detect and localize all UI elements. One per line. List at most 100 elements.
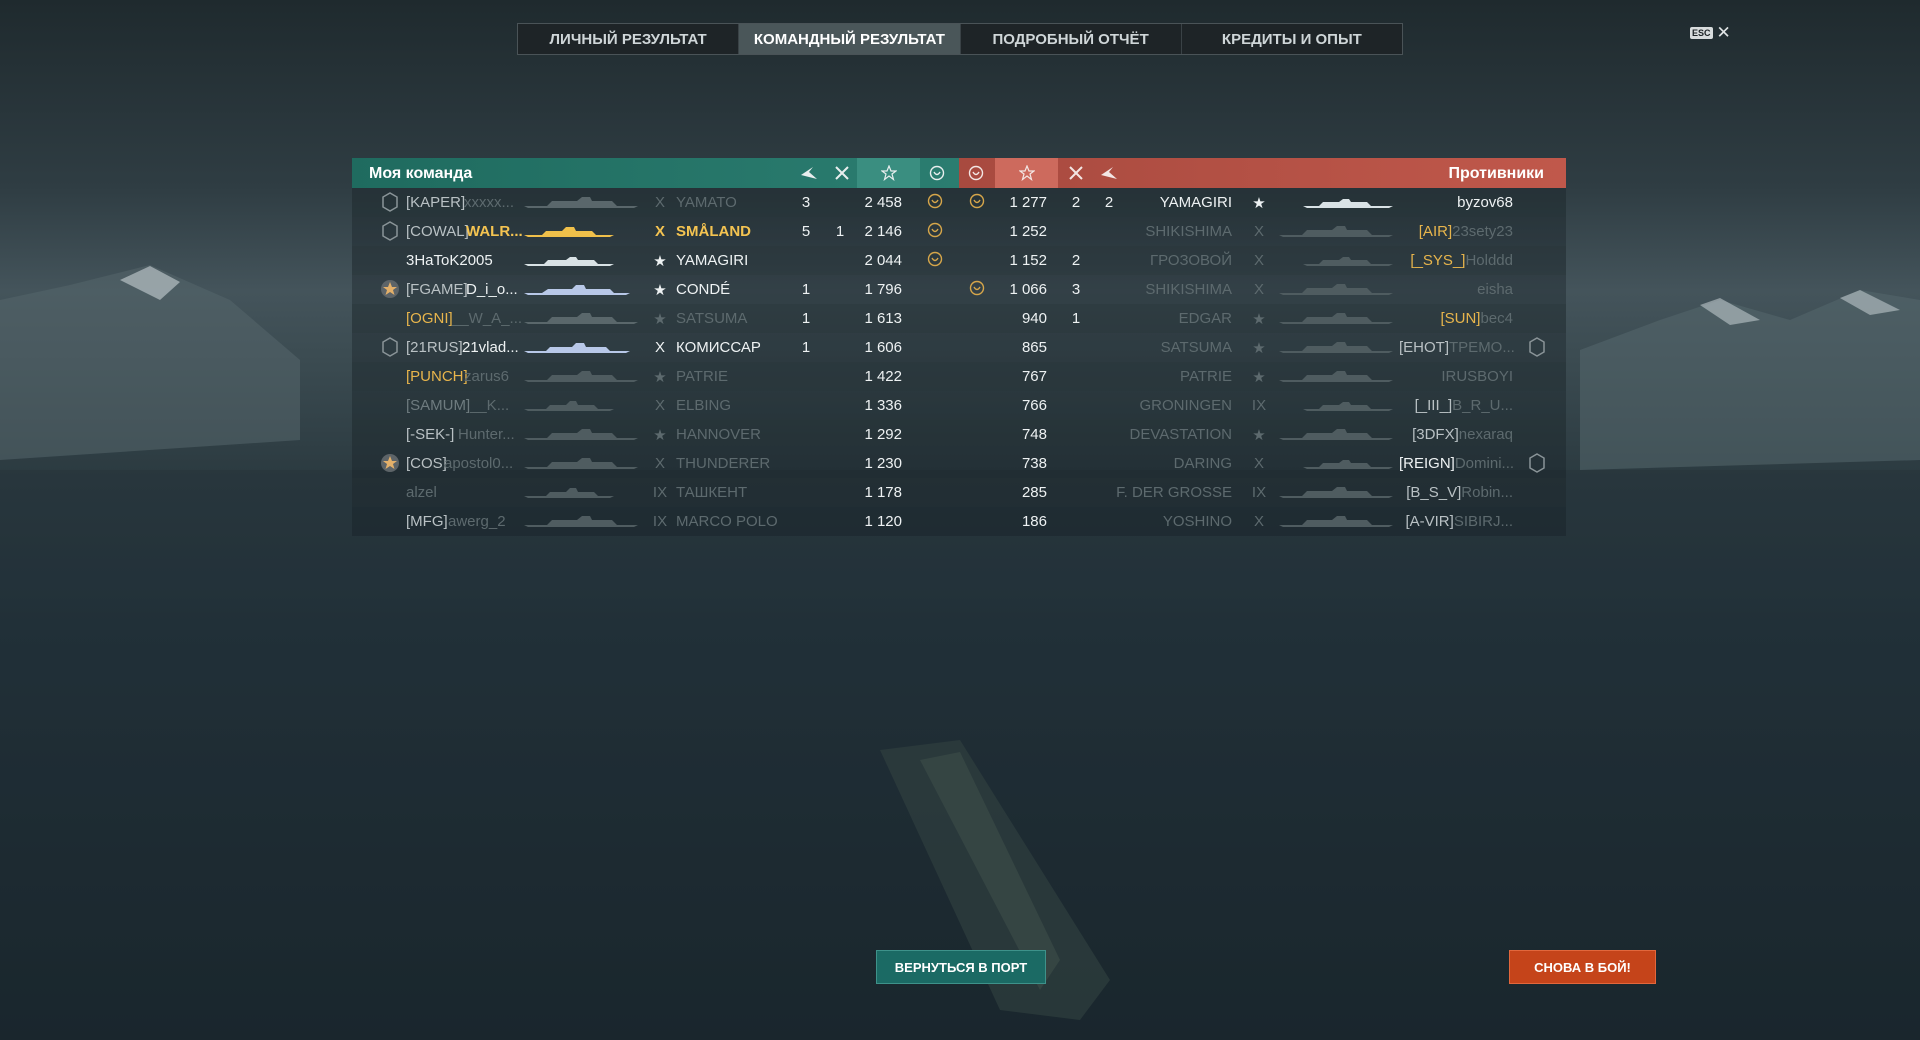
ship-name: SHIKISHIMA — [1145, 281, 1232, 298]
base-xp: 1 613 — [864, 310, 902, 327]
player-name-group: [AIR]23sety23 — [1399, 223, 1513, 240]
tab-personal-result[interactable]: ЛИЧНЫЙ РЕЗУЛЬТАТ — [518, 24, 740, 54]
base-xp: 1 796 — [864, 281, 902, 298]
capture-icon — [927, 193, 943, 209]
table-row[interactable]: [PUNCH] zarus6 ★ PATRIE 1 422 — [352, 362, 959, 391]
tab-team-result[interactable]: КОМАНДНЫЙ РЕЗУЛЬТАТ — [739, 24, 961, 54]
table-row[interactable]: 1 277 2 2 YAMAGIRI ★ byzov68 — [959, 188, 1566, 217]
ships-destroyed-icon — [827, 158, 857, 188]
table-row[interactable]: 766 GRONINGEN IX [_III_]B_R_U... — [959, 391, 1566, 420]
ship-name: YAMATO — [676, 194, 737, 211]
base-xp-icon[interactable] — [857, 158, 920, 188]
table-row[interactable]: [KAPER] xxxxx... X YAMATO 3 2 458 — [352, 188, 959, 217]
player-name: awerg_2 — [448, 513, 506, 530]
table-row[interactable]: 285 F. DER GROSSE IX [B_S_V]Robin... — [959, 478, 1566, 507]
capture-icon — [927, 222, 943, 238]
table-row[interactable]: [COWAL] WALR... X SMÅLAND 5 1 2 146 — [352, 217, 959, 246]
ship-tier: ★ — [1252, 427, 1266, 444]
player-clan: [COS] — [406, 455, 447, 472]
player-name-group: [REIGN]Domini... — [1399, 455, 1514, 472]
ship-silhouette-icon — [1303, 402, 1393, 411]
planes-destroyed: 1 — [801, 310, 811, 327]
close-button[interactable]: ESC ✕ — [1690, 24, 1731, 41]
capture-points-icon — [922, 158, 952, 188]
ship-tier: ★ — [653, 253, 667, 270]
player-name: IRUSBOYI — [1441, 368, 1513, 385]
base-xp: 1 120 — [864, 513, 902, 530]
player-clan: [SAMUM] — [406, 397, 471, 414]
rank-badge-icon — [1529, 453, 1545, 473]
ship-tier: X — [1253, 281, 1264, 298]
player-name: __W_A_... — [452, 310, 523, 327]
player-clan: [COWAL] — [406, 223, 469, 240]
star-rank-icon — [381, 280, 399, 298]
tab-detailed-report[interactable]: ПОДРОБНЫЙ ОТЧЁТ — [961, 24, 1182, 54]
player-clan: [SUN] — [1440, 310, 1481, 327]
rank-badge-icon — [1529, 337, 1545, 357]
table-row[interactable]: 865 SATSUMA ★ [EHOT]TPEMO... — [959, 333, 1566, 362]
return-to-port-button[interactable]: ВЕРНУТЬСЯ В ПОРТ — [876, 950, 1046, 984]
my-team-panel: Моя команда [KAPER] xxxxx... X YAMATO 3 … — [352, 158, 959, 539]
player-name: B_R_U... — [1452, 397, 1513, 414]
ship-name: PATRIE — [1180, 368, 1232, 385]
battle-again-button[interactable]: СНОВА В БОЙ! — [1509, 950, 1656, 984]
ship-silhouette-icon — [524, 429, 638, 440]
player-name: __K... — [470, 397, 510, 414]
ship-tier: X — [654, 223, 665, 240]
player-name: apostol0... — [444, 455, 514, 472]
star-rank-icon — [381, 454, 399, 472]
ship-name: SATSUMA — [1160, 339, 1232, 356]
player-clan: [21RUS] — [406, 339, 463, 356]
player-name: Robin... — [1461, 484, 1513, 501]
ship-silhouette-icon — [1279, 226, 1393, 237]
base-xp: 766 — [1021, 397, 1047, 414]
enemies-title: Противники — [1448, 165, 1545, 182]
ship-tier: IX — [1251, 397, 1267, 414]
table-row[interactable]: [-SEK-] Hunter... ★ HANNOVER 1 292 — [352, 420, 959, 449]
table-row[interactable]: alzel IX ТАШКЕНТ 1 178 — [352, 478, 959, 507]
table-row[interactable]: [OGNI] __W_A_... ★ SATSUMA 1 1 613 — [352, 304, 959, 333]
ship-silhouette-icon — [1303, 257, 1393, 266]
ship-silhouette-icon — [524, 197, 638, 208]
table-row[interactable]: 738 DARING X [REIGN]Domini... — [959, 449, 1566, 478]
ship-name: DEVASTATION — [1129, 426, 1232, 443]
base-xp: 748 — [1021, 426, 1047, 443]
player-name: Hunter... — [458, 426, 515, 443]
table-row[interactable]: 748 DEVASTATION ★ [3DFX]nexaraq — [959, 420, 1566, 449]
table-row[interactable]: 1 152 2 ГРОЗОВОЙ X [_SYS_]Holddd — [959, 246, 1566, 275]
ship-name: ТАШКЕНТ — [676, 484, 748, 501]
player-name: 23sety23 — [1452, 223, 1513, 240]
player-clan: [OGNI] — [406, 310, 453, 327]
player-name-group: [B_S_V]Robin... — [1399, 484, 1513, 501]
ship-name: SHIKISHIMA — [1145, 223, 1232, 240]
tab-credits-xp[interactable]: КРЕДИТЫ И ОПЫТ — [1182, 24, 1402, 54]
ship-silhouette-icon — [1279, 516, 1393, 527]
ship-tier: ★ — [1252, 340, 1266, 357]
player-name: 21vlad... — [462, 339, 519, 356]
player-clan: [FGAME] — [406, 281, 468, 298]
table-row[interactable]: 3HaToK2005 ★ YAMAGIRI 2 044 — [352, 246, 959, 275]
table-row[interactable]: [SAMUM] __K... X ELBING 1 336 — [352, 391, 959, 420]
table-row[interactable]: [MFG] awerg_2 IX MARCO POLO 1 120 — [352, 507, 959, 536]
esc-key-icon: ESC — [1690, 27, 1713, 39]
table-row[interactable]: 940 1 EDGAR ★ [SUN]bec4 — [959, 304, 1566, 333]
player-clan: [_III_] — [1414, 397, 1453, 414]
ship-silhouette-icon — [1303, 460, 1393, 469]
planes-destroyed-icon — [1094, 158, 1124, 188]
base-xp: 738 — [1021, 455, 1047, 472]
ship-tier: IX — [652, 484, 668, 501]
base-xp-icon[interactable] — [995, 158, 1058, 188]
player-name: TPEMO... — [1449, 339, 1515, 356]
table-row[interactable]: 767 PATRIE ★ IRUSBOYI — [959, 362, 1566, 391]
table-row[interactable]: 1 066 3 SHIKISHIMA X eisha — [959, 275, 1566, 304]
table-row[interactable]: [21RUS] 21vlad... X КОМИССАР 1 1 606 — [352, 333, 959, 362]
table-row[interactable]: 186 YOSHINO X [A-VIR]SIBIRJ... — [959, 507, 1566, 536]
ship-name: F. DER GROSSE — [1116, 484, 1232, 501]
table-row[interactable]: 1 252 SHIKISHIMA X [AIR]23sety23 — [959, 217, 1566, 246]
ship-name: ГРОЗОВОЙ — [1150, 252, 1232, 269]
player-name: Holddd — [1465, 252, 1513, 269]
table-row[interactable]: [COS] apostol0... X THUNDERER 1 230 — [352, 449, 959, 478]
ship-tier: ★ — [653, 427, 667, 444]
table-row[interactable]: [FGAME] D_i_o... ★ CONDÉ 1 1 796 — [352, 275, 959, 304]
enemies-header: Противники — [959, 158, 1566, 188]
